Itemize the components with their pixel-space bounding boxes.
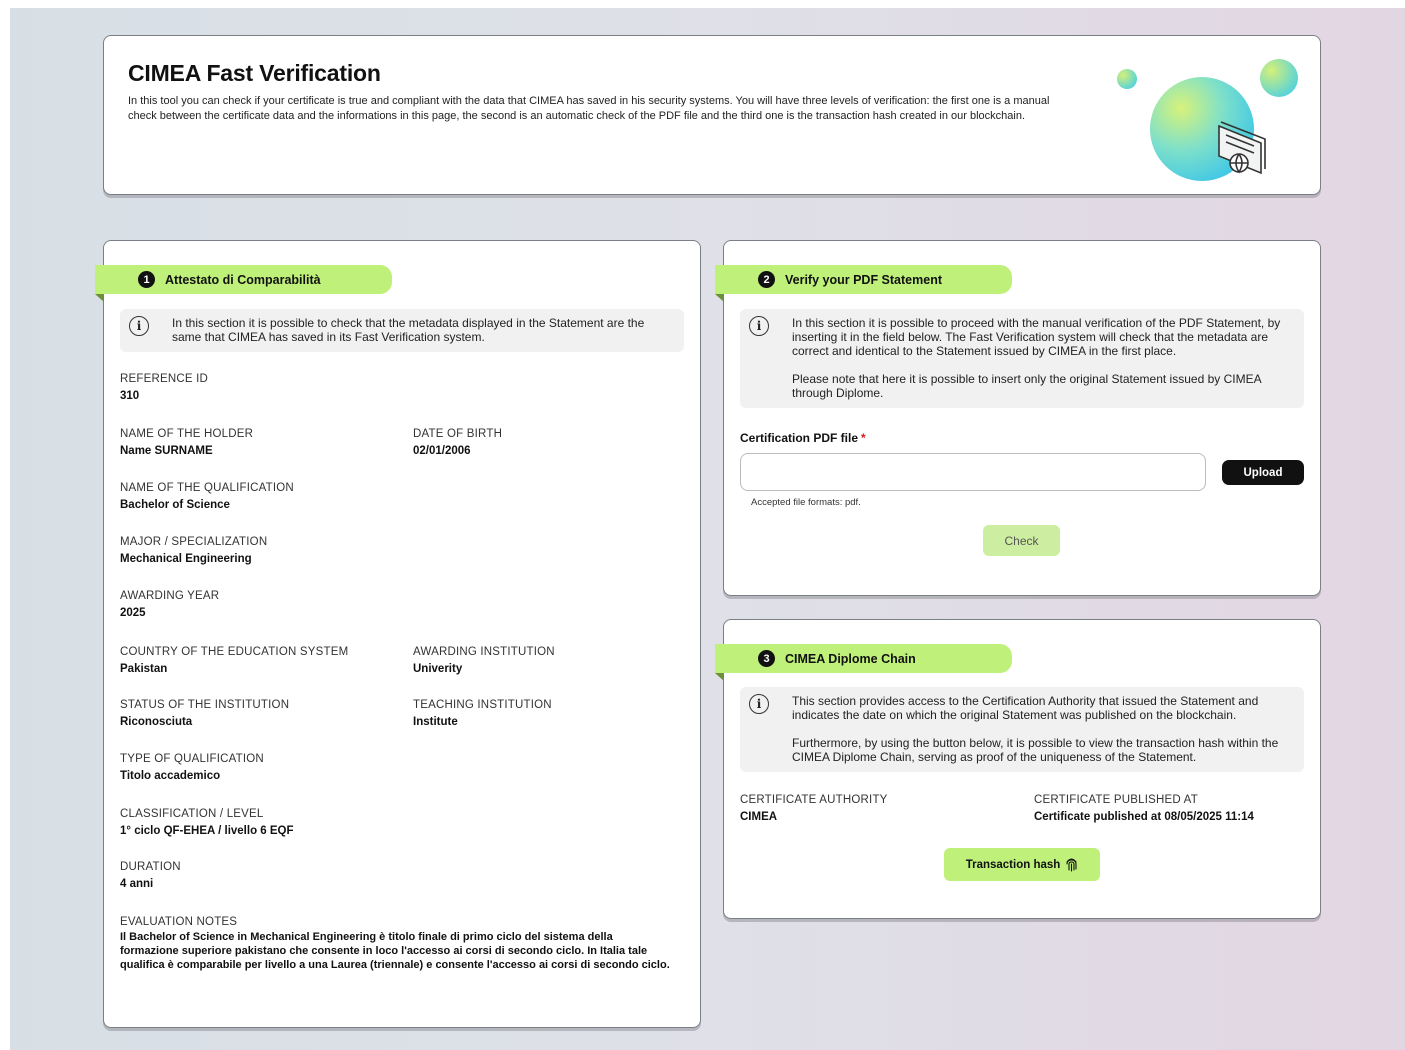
field-label: DURATION	[120, 861, 181, 873]
section-2-title: Verify your PDF Statement	[785, 272, 942, 287]
field-value: 1° ciclo QF-EHEA / livello 6 EQF	[120, 825, 294, 837]
field-label: TEACHING INSTITUTION	[413, 699, 552, 711]
field-classification: CLASSIFICATION / LEVEL 1° ciclo QF-EHEA …	[120, 808, 294, 837]
section-3-number: 3	[758, 650, 775, 667]
field-evaluation-notes: EVALUATION NOTES Il Bachelor of Science …	[120, 916, 670, 972]
field-value: Univerity	[413, 663, 463, 675]
field-value: 310	[120, 390, 140, 402]
field-label: MAJOR / SPECIALIZATION	[120, 536, 268, 548]
field-value: Mechanical Engineering	[120, 553, 252, 565]
field-value: Bachelor of Science	[120, 499, 230, 511]
section-2-info-box: i In this section it is possible to proc…	[740, 309, 1304, 408]
field-duration: DURATION 4 anni	[120, 861, 181, 890]
section-1-title: Attestato di Comparabilità	[165, 272, 321, 287]
field-label: REFERENCE ID	[120, 373, 209, 385]
field-value: Institute	[413, 716, 458, 728]
field-teaching-institution: TEACHING INSTITUTION Institute	[413, 699, 552, 728]
field-value: 02/01/2006	[413, 445, 471, 457]
diplome-chain-card: 3 CIMEA Diplome Chain i This section pro…	[715, 619, 1321, 919]
info-icon: i	[749, 316, 769, 336]
verify-pdf-card: 2 Verify your PDF Statement i In this se…	[715, 240, 1321, 596]
field-value: Certificate published at 08/05/2025 11:1…	[1034, 811, 1254, 823]
section-1-ribbon: 1 Attestato di Comparabilità	[95, 265, 392, 302]
section-1-info-text: In this section it is possible to check …	[172, 316, 645, 344]
info-icon: i	[749, 694, 769, 714]
field-value: Il Bachelor of Science in Mechanical Eng…	[120, 931, 670, 971]
field-value: CIMEA	[740, 811, 778, 823]
field-country: COUNTRY OF THE EDUCATION SYSTEM Pakistan	[120, 646, 348, 675]
field-awarding-institution: AWARDING INSTITUTION Univerity	[413, 646, 555, 675]
field-value: Pakistan	[120, 663, 168, 675]
field-label: CERTIFICATE AUTHORITY	[740, 794, 888, 806]
section-2-info-text-2: Please note that here it is possible to …	[792, 372, 1261, 400]
file-field-label: Certification PDF file *	[740, 431, 866, 445]
field-value: Riconosciuta	[120, 716, 193, 728]
field-label: EVALUATION NOTES	[120, 916, 238, 928]
field-reference-id: REFERENCE ID 310	[120, 373, 208, 402]
section-3-info-text-1: This section provides access to the Cert…	[792, 694, 1259, 722]
transaction-hash-button[interactable]: Transaction hash	[944, 848, 1100, 881]
field-certificate-authority: CERTIFICATE AUTHORITY CIMEA	[740, 794, 888, 823]
field-label: NAME OF THE QUALIFICATION	[120, 482, 294, 494]
field-value: Name SURNAME	[120, 445, 213, 457]
field-label: CERTIFICATE PUBLISHED AT	[1034, 794, 1198, 806]
pdf-file-input[interactable]	[740, 453, 1206, 491]
page-description: In this tool you can check if your certi…	[128, 95, 1050, 122]
comparability-card: 1 Attestato di Comparabilità i In this s…	[95, 240, 701, 1028]
check-button[interactable]: Check	[983, 525, 1060, 556]
section-3-info-box: i This section provides access to the Ce…	[740, 687, 1304, 772]
section-3-title: CIMEA Diplome Chain	[785, 651, 916, 666]
field-qualification: NAME OF THE QUALIFICATION Bachelor of Sc…	[120, 482, 294, 511]
transaction-hash-label: Transaction hash	[965, 858, 1061, 871]
section-2-number: 2	[758, 271, 775, 288]
field-label: AWARDING YEAR	[120, 590, 220, 602]
field-value: Titolo accademico	[120, 770, 221, 782]
field-date-of-birth: DATE OF BIRTH 02/01/2006	[413, 428, 502, 457]
field-label: CLASSIFICATION / LEVEL	[120, 808, 264, 820]
accepted-formats-hint: Accepted file formats: pdf.	[751, 497, 861, 508]
header-card: CIMEA Fast Verification In this tool you…	[103, 35, 1321, 195]
field-label: NAME OF THE HOLDER	[120, 428, 254, 440]
field-value: 4 anni	[120, 878, 154, 890]
field-major: MAJOR / SPECIALIZATION Mechanical Engine…	[120, 536, 267, 565]
field-label: DATE OF BIRTH	[413, 428, 503, 440]
field-value: 2025	[120, 607, 146, 619]
section-3-info-text-2: Furthermore, by using the button below, …	[792, 736, 1279, 764]
page-title: CIMEA Fast Verification	[128, 60, 381, 86]
required-marker: *	[861, 431, 866, 445]
field-label: STATUS OF THE INSTITUTION	[120, 699, 290, 711]
section-1-info-box: i In this section it is possible to chec…	[120, 309, 684, 352]
field-holder: NAME OF THE HOLDER Name SURNAME	[120, 428, 253, 457]
file-label-text: Certification PDF file	[740, 431, 859, 445]
field-qualification-type: TYPE OF QUALIFICATION Titolo accademico	[120, 753, 264, 782]
field-published-at: CERTIFICATE PUBLISHED AT Certificate pub…	[1034, 794, 1254, 823]
section-2-info-text-1: In this section it is possible to procee…	[792, 316, 1281, 358]
upload-button[interactable]: Upload	[1222, 460, 1304, 485]
fingerprint-icon	[1066, 858, 1077, 872]
section-1-number: 1	[138, 271, 155, 288]
section-2-ribbon: 2 Verify your PDF Statement	[715, 265, 1012, 302]
field-label: TYPE OF QUALIFICATION	[120, 753, 264, 765]
info-icon: i	[129, 316, 149, 336]
field-label: AWARDING INSTITUTION	[413, 646, 555, 658]
certificate-illustration	[1117, 59, 1298, 181]
field-label: COUNTRY OF THE EDUCATION SYSTEM	[120, 646, 349, 658]
section-3-ribbon: 3 CIMEA Diplome Chain	[715, 644, 1012, 681]
field-status: STATUS OF THE INSTITUTION Riconosciuta	[120, 699, 289, 728]
field-awarding-year: AWARDING YEAR 2025	[120, 590, 219, 619]
